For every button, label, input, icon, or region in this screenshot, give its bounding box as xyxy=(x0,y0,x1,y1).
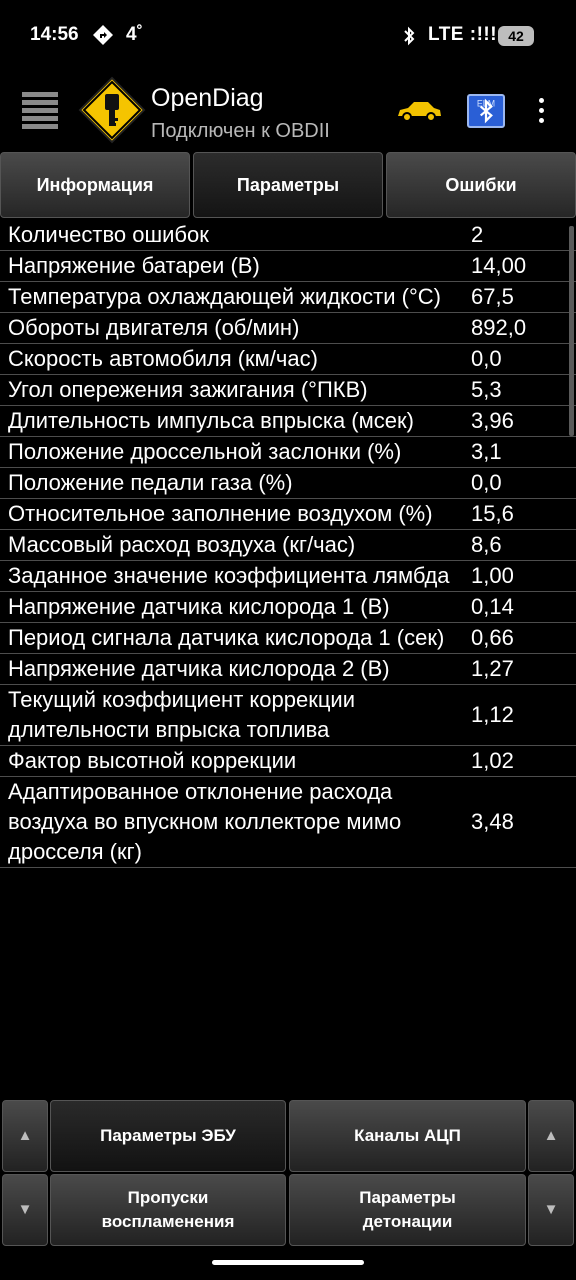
parameter-name: Напряжение датчика кислорода 1 (В) xyxy=(8,594,390,619)
parameter-value: 1,00 xyxy=(471,563,514,588)
parameter-name: Скорость автомобиля (км/час) xyxy=(8,346,318,371)
parameter-row[interactable]: Угол опережения зажигания (°ПКВ) 5,3 xyxy=(0,375,576,406)
parameter-row[interactable]: Напряжение датчика кислорода 2 (В) 1,27 xyxy=(0,654,576,685)
bluetooth-status-icon xyxy=(404,26,415,46)
scroll-down-button-right[interactable]: ▼ xyxy=(528,1174,574,1246)
app-logo-icon xyxy=(78,76,146,144)
network-status: LTE :!!! xyxy=(428,24,498,45)
knock-params-button[interactable]: Параметры детонации xyxy=(289,1174,526,1246)
parameter-name: Температура охлаждающей жидкости (°C) xyxy=(8,284,441,309)
parameter-row[interactable]: Положение дроссельной заслонки (%) 3,1 xyxy=(0,437,576,468)
parameter-name: Заданное значение коэффициента лямбда xyxy=(8,563,450,588)
parameter-row[interactable]: Относительное заполнение воздухом (%) 15,… xyxy=(0,499,576,530)
parameter-row[interactable]: Температура охлаждающей жидкости (°C) 67,… xyxy=(0,282,576,313)
parameter-row[interactable]: Текущий коэффициент коррекции длительнос… xyxy=(0,685,576,746)
home-indicator[interactable] xyxy=(212,1260,364,1265)
parameter-row[interactable]: Скорость автомобиля (км/час) 0,0 xyxy=(0,344,576,375)
down-arrow-icon: ▼ xyxy=(17,1201,33,1218)
parameter-value: 1,02 xyxy=(471,748,514,773)
parameter-value: 892,0 xyxy=(471,315,527,340)
up-arrow-icon: ▲ xyxy=(17,1127,33,1144)
parameter-row[interactable]: Напряжение батареи (В) 14,00 xyxy=(0,251,576,282)
parameter-name: Положение педали газа (%) xyxy=(8,470,293,495)
parameter-value: 67,5 xyxy=(471,284,514,309)
parameter-value: 0,66 xyxy=(471,625,514,650)
adc-channels-button[interactable]: Каналы АЦП xyxy=(289,1100,526,1172)
parameter-row[interactable]: Количество ошибок 2 xyxy=(0,220,576,251)
parameter-value: 1,27 xyxy=(471,656,514,681)
parameter-name: Угол опережения зажигания (°ПКВ) xyxy=(8,377,368,402)
tab-information[interactable]: Информация xyxy=(0,152,190,218)
parameter-row[interactable]: Адаптированное отклонение расхода воздух… xyxy=(0,777,576,868)
parameter-name: Положение дроссельной заслонки (%) xyxy=(8,439,402,464)
parameter-name: Количество ошибок xyxy=(8,222,209,247)
scroll-down-button-left[interactable]: ▼ xyxy=(2,1174,48,1246)
parameter-name: Период сигнала датчика кислорода 1 (сек) xyxy=(8,625,445,650)
overflow-menu-icon[interactable] xyxy=(536,98,546,126)
navigation-icon xyxy=(93,25,113,45)
app-bar: OpenDiag Подключен к OBDII ELM xyxy=(0,72,576,152)
parameter-name: Фактор высотной коррекции xyxy=(8,748,297,773)
parameter-value: 15,6 xyxy=(471,501,514,526)
scroll-up-button-right[interactable]: ▲ xyxy=(528,1100,574,1172)
parameter-value: 1,12 xyxy=(471,702,514,727)
parameter-row[interactable]: Длительность импульса впрыска (мсек) 3,96 xyxy=(0,406,576,437)
up-arrow-icon: ▲ xyxy=(543,1127,559,1144)
parameter-value: 0,0 xyxy=(471,346,502,371)
bluetooth-icon: ELM xyxy=(477,99,495,124)
battery-indicator: 42 xyxy=(498,26,534,46)
down-arrow-icon: ▼ xyxy=(543,1201,559,1218)
parameter-row[interactable]: Массовый расход воздуха (кг/час) 8,6 xyxy=(0,530,576,561)
parameter-row[interactable]: Обороты двигателя (об/мин) 892,0 xyxy=(0,313,576,344)
parameter-name: Напряжение датчика кислорода 2 (В) xyxy=(8,656,390,681)
parameter-name: Длительность импульса впрыска (мсек) xyxy=(8,408,414,433)
parameter-value: 0,0 xyxy=(471,470,502,495)
bluetooth-connect-button[interactable]: ELM xyxy=(467,94,505,128)
tab-parameters[interactable]: Параметры xyxy=(193,152,383,218)
parameter-value: 5,3 xyxy=(471,377,502,402)
scroll-up-button-left[interactable]: ▲ xyxy=(2,1100,48,1172)
status-bar: 14:56 4˚ LTE :!!! 42 xyxy=(0,0,576,72)
misfires-button[interactable]: Пропуски воспламенения xyxy=(50,1174,286,1246)
car-icon[interactable] xyxy=(394,98,444,124)
parameter-value: 0,14 xyxy=(471,594,514,619)
parameter-value: 8,6 xyxy=(471,532,502,557)
bottom-button-panel: ▲ Параметры ЭБУ Каналы АЦП ▲ ▼ Пропуски … xyxy=(0,1098,576,1248)
scrollbar[interactable] xyxy=(569,226,574,436)
parameter-name: Обороты двигателя (об/мин) xyxy=(8,315,300,340)
menu-icon[interactable] xyxy=(22,92,58,130)
parameter-value: 3,48 xyxy=(471,809,514,834)
tab-bar: Информация Параметры Ошибки xyxy=(0,152,576,218)
parameter-row[interactable]: Период сигнала датчика кислорода 1 (сек)… xyxy=(0,623,576,654)
parameter-row[interactable]: Положение педали газа (%) 0,0 xyxy=(0,468,576,499)
parameter-name: Массовый расход воздуха (кг/час) xyxy=(8,532,356,557)
tab-errors[interactable]: Ошибки xyxy=(386,152,576,218)
parameter-value: 3,1 xyxy=(471,439,502,464)
parameter-row[interactable]: Фактор высотной коррекции 1,02 xyxy=(0,746,576,777)
app-title: OpenDiag xyxy=(151,84,264,112)
status-time: 14:56 xyxy=(30,24,79,45)
parameter-row[interactable]: Заданное значение коэффициента лямбда 1,0… xyxy=(0,561,576,592)
status-temperature: 4˚ xyxy=(126,24,143,45)
parameter-row[interactable]: Напряжение датчика кислорода 1 (В) 0,14 xyxy=(0,592,576,623)
parameter-name: Текущий коэффициент коррекции длительнос… xyxy=(8,687,356,742)
parameter-value: 3,96 xyxy=(471,408,514,433)
connection-status: Подключен к OBDII xyxy=(151,120,330,142)
parameter-value: 14,00 xyxy=(471,253,527,278)
parameter-list[interactable]: Количество ошибок 2 Напряжение батареи (В)… xyxy=(0,220,576,1090)
parameter-name: Напряжение батареи (В) xyxy=(8,253,260,278)
ecu-params-button[interactable]: Параметры ЭБУ xyxy=(50,1100,286,1172)
parameter-name: Относительное заполнение воздухом (%) xyxy=(8,501,433,526)
parameter-value: 2 xyxy=(471,222,484,247)
parameter-name: Адаптированное отклонение расхода воздух… xyxy=(8,779,402,864)
